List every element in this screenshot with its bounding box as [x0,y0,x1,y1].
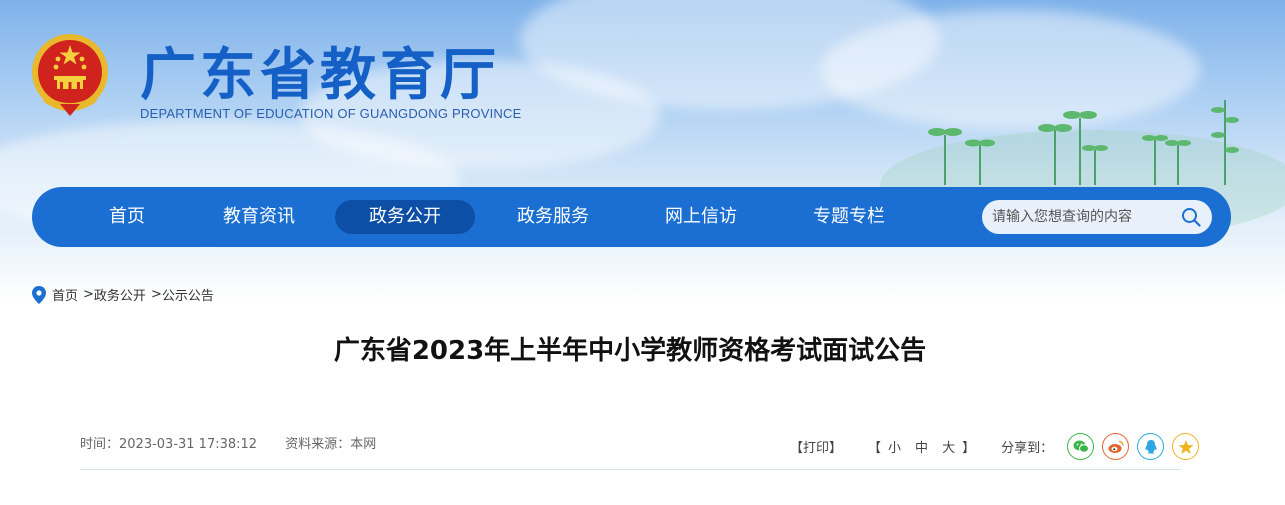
qq-icon[interactable] [1137,433,1165,460]
qzone-icon[interactable] [1172,433,1200,460]
article-title: 广东省2023年上半年中小学教师资格考试面试公告 [333,336,927,366]
font-size-medium-button[interactable]: 中 [915,437,928,456]
share-label: 分享到： [1001,441,1054,456]
nav-item-government-affairs[interactable]: 政务公开 [335,200,475,234]
weibo-icon[interactable] [1102,433,1130,460]
search-icon[interactable] [1181,207,1201,227]
search-input[interactable] [992,200,1177,234]
nav-item-government-services[interactable]: 政务服务 [498,200,608,234]
location-pin-icon [32,285,46,304]
divider [80,469,1181,470]
font-size-small-button[interactable]: 小 [888,437,901,456]
article-source: 资料来源：本网 [285,437,377,452]
breadcrumb-item-home[interactable]: 首页 [52,285,78,304]
breadcrumb-item-government-affairs[interactable]: 政务公开 [94,285,146,304]
breadcrumb-item-announcements[interactable]: 公示公告 [162,285,214,304]
national-emblem-icon [32,34,108,116]
article-meta: 时间：2023-03-31 17:38:12 资料来源：本网 [80,433,400,452]
search-box [982,200,1212,234]
print-button[interactable]: 【打印】 [790,437,842,456]
publish-time: 时间：2023-03-31 17:38:12 [80,437,258,452]
site-subtitle: DEPARTMENT OF EDUCATION OF GUANGDONG PRO… [140,106,522,121]
nav-item-online-petition[interactable]: 网上信访 [646,200,756,234]
breadcrumb: 首页 > 政务公开 > 公示公告 [32,285,214,304]
wechat-icon[interactable] [1067,433,1095,460]
nav-item-special-topics[interactable]: 专题专栏 [794,200,904,234]
font-size-bracket-open: 【 [868,441,882,456]
header-banner: 广东省教育厅 DEPARTMENT OF EDUCATION OF GUANGD… [0,0,1285,300]
article-tools: 【打印】 【 小 中 大 】 分享到： [790,433,1200,460]
font-size-bracket-close: 】 [962,441,976,456]
plants-decoration [928,100,1239,185]
breadcrumb-separator: > [83,287,94,302]
breadcrumb-separator: > [150,287,162,302]
font-size-large-button[interactable]: 大 [942,437,955,456]
nav-item-home[interactable]: 首页 [92,200,162,234]
site-title: 广东省教育厅 [140,43,500,108]
nav-item-education-news[interactable]: 教育资讯 [204,200,314,234]
main-nav: 首页 教育资讯 政务公开 政务服务 网上信访 专题专栏 [32,187,1231,247]
